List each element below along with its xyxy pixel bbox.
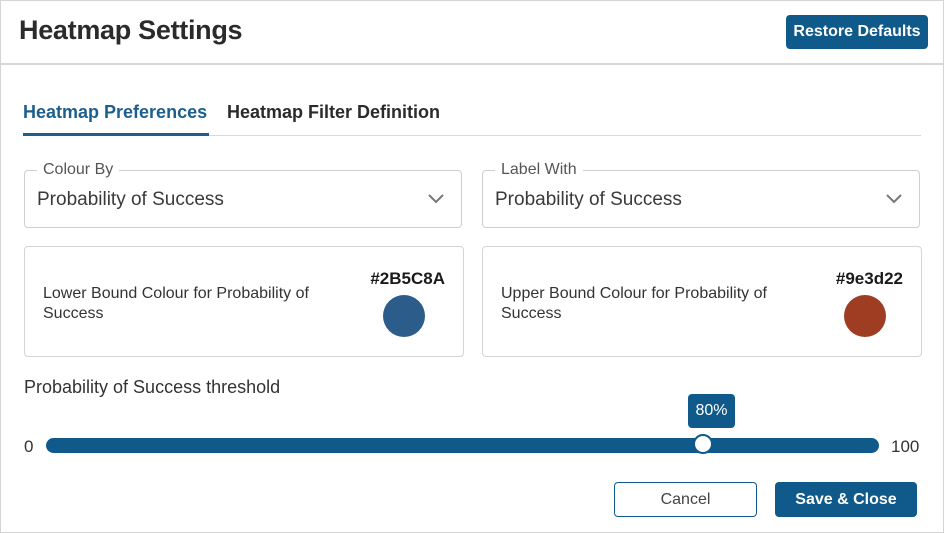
- lower-bound-colour-card: Lower Bound Colour for Probability of Su…: [24, 246, 464, 357]
- label-with-select[interactable]: Label With Probability of Success: [482, 161, 920, 228]
- dialog-title: Heatmap Settings: [19, 15, 243, 45]
- label-with-value: Probability of Success: [495, 189, 682, 210]
- tab-heatmap-filter-definition[interactable]: Heatmap Filter Definition: [227, 97, 457, 133]
- upper-bound-colour-label: Upper Bound Colour for Probability of Su…: [501, 285, 767, 322]
- save-and-close-button[interactable]: Save & Close: [775, 482, 917, 517]
- threshold-label: Probability of Success threshold: [24, 377, 281, 397]
- tab-bar: Heatmap Preferences Heatmap Filter Defin…: [23, 97, 921, 136]
- cancel-button[interactable]: Cancel: [614, 482, 757, 517]
- label-with-label: Label With: [495, 161, 583, 179]
- colour-by-label: Colour By: [37, 161, 120, 179]
- lower-bound-colour-swatch[interactable]: [383, 295, 425, 337]
- threshold-value-tooltip: 80%: [688, 394, 735, 428]
- threshold-slider-track[interactable]: [46, 438, 879, 453]
- upper-bound-colour-card: Upper Bound Colour for Probability of Su…: [482, 246, 922, 357]
- colour-by-value: Probability of Success: [37, 189, 224, 210]
- chevron-down-icon: [428, 194, 444, 204]
- dialog-header: Heatmap Settings Restore Defaults: [1, 1, 943, 65]
- threshold-slider-thumb[interactable]: [693, 434, 713, 454]
- lower-bound-hex: #2B5C8A: [370, 269, 445, 288]
- upper-bound-hex: #9e3d22: [835, 269, 903, 288]
- restore-defaults-button[interactable]: Restore Defaults: [786, 15, 928, 49]
- threshold-max-label: 100: [891, 437, 920, 456]
- threshold-min-label: 0: [24, 437, 34, 456]
- colour-by-select[interactable]: Colour By Probability of Success: [24, 161, 462, 228]
- heatmap-settings-dialog: Heatmap Settings Restore Defaults Heatma…: [0, 0, 944, 533]
- tab-heatmap-preferences[interactable]: Heatmap Preferences: [23, 97, 209, 136]
- upper-bound-colour-swatch[interactable]: [844, 295, 886, 337]
- chevron-down-icon: [886, 194, 902, 204]
- lower-bound-colour-label: Lower Bound Colour for Probability of Su…: [43, 285, 309, 322]
